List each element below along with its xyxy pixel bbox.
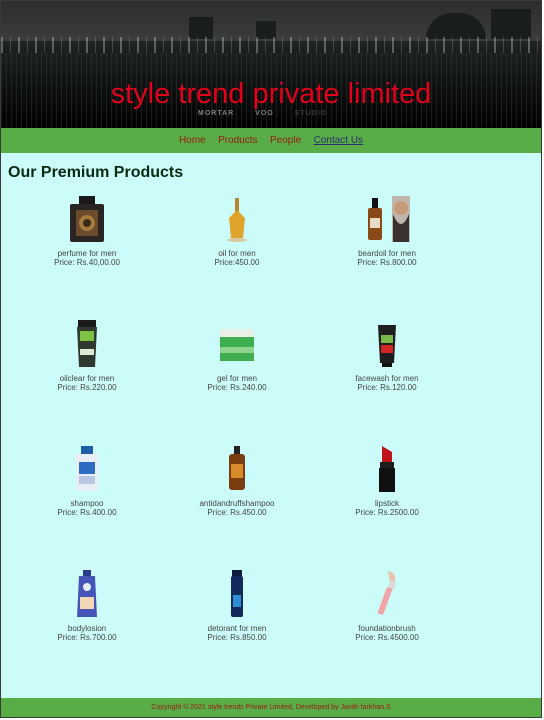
nav-link-people[interactable]: People [270,128,301,153]
banner-logo: VOO [255,110,274,117]
product-card[interactable]: foundationbrush Price: Rs.4500.00 [312,569,462,643]
nav-link-products[interactable]: Products [218,128,257,153]
page-frame: style trend private limited MORTAR VOO S… [0,0,542,718]
product-name: shampoo [70,498,104,508]
product-price: Price: Rs.220.00 [57,383,117,392]
product-price: Price:450.00 [214,258,260,267]
product-price: Price: Rs.700.00 [57,633,117,642]
product-card[interactable]: oilclear for men Price: Rs.220.00 [12,319,162,393]
product-name: foundationbrush [358,623,416,633]
product-name: lipstick [374,498,399,508]
product-price: Price: Rs.450.00 [207,508,267,517]
foundation-brush-icon [377,571,397,615]
nav-link-contact-us[interactable]: Contact Us [314,128,363,153]
banner-building [491,9,531,39]
header-banner: style trend private limited MORTAR VOO S… [1,1,541,128]
product-price: Price: Rs.2500.00 [355,508,419,517]
product-name: antidandruffshampoo [199,498,275,508]
facewash-tube-icon [378,325,396,367]
nav-bar: Home Products People Contact Us [1,128,541,153]
product-price: Price: Rs.850.00 [207,633,267,642]
product-card[interactable]: lipstick Price: Rs.2500.00 [312,444,462,518]
oil-clear-tube-icon [77,320,97,367]
product-price: Price: Rs.800.00 [357,258,417,267]
product-card[interactable]: beardoil for men Price: Rs.800.00 [312,194,462,268]
product-card[interactable]: gel for men Price: Rs.240.00 [162,319,312,393]
body-lotion-bottle-icon [77,570,97,617]
antidandruff-shampoo-icon [229,446,245,490]
footer-copyright: Copyright © 2021 style trends Private Li… [1,698,541,717]
hair-gel-jar-icon [220,329,254,361]
beard-oil-icon [368,196,410,242]
banner-logo: MORTAR [198,110,235,117]
product-name: perfume for men [57,248,117,258]
deodorant-can-icon [231,570,243,617]
product-card[interactable]: perfume for men Price: Rs.40,00.00 [12,194,162,268]
product-card[interactable]: antidandruffshampoo Price: Rs.450.00 [162,444,312,518]
oil-bottle-icon [227,198,247,242]
banner-building [189,17,213,39]
product-name: detorant for men [207,623,267,633]
product-card[interactable]: shampoo Price: Rs.400.00 [12,444,162,518]
product-name: facewash for men [355,373,419,383]
product-price: Price: Rs.400.00 [57,508,117,517]
product-name: bodylosion [67,623,107,633]
nav-link-home[interactable]: Home [179,128,206,153]
shampoo-bottle-icon [76,446,98,492]
product-card[interactable]: detorant for men Price: Rs.850.00 [162,569,312,643]
product-name: gel for men [216,373,258,383]
product-price: Price: Rs.240.00 [207,383,267,392]
site-title: style trend private limited [110,78,432,110]
banner-logo-strip: MORTAR VOO STUDIO [198,110,345,117]
product-price: Price: Rs.40,00.00 [54,258,120,267]
lipstick-icon [379,446,395,492]
product-card[interactable]: bodylosion Price: Rs.700.00 [12,569,162,643]
product-price: Price: Rs.4500.00 [355,633,419,642]
product-card[interactable]: oil for men Price:450.00 [162,194,312,268]
product-name: oilclear for men [59,373,115,383]
section-heading: Our Premium Products [8,164,184,181]
product-price: Price: Rs.120.00 [357,383,417,392]
product-name: oil for men [218,248,256,258]
perfume-bottle-icon [70,196,104,242]
product-name: beardoil for men [358,248,416,258]
product-card[interactable]: facewash for men Price: Rs.120.00 [312,319,462,393]
banner-logo: STUDIO [294,110,328,117]
